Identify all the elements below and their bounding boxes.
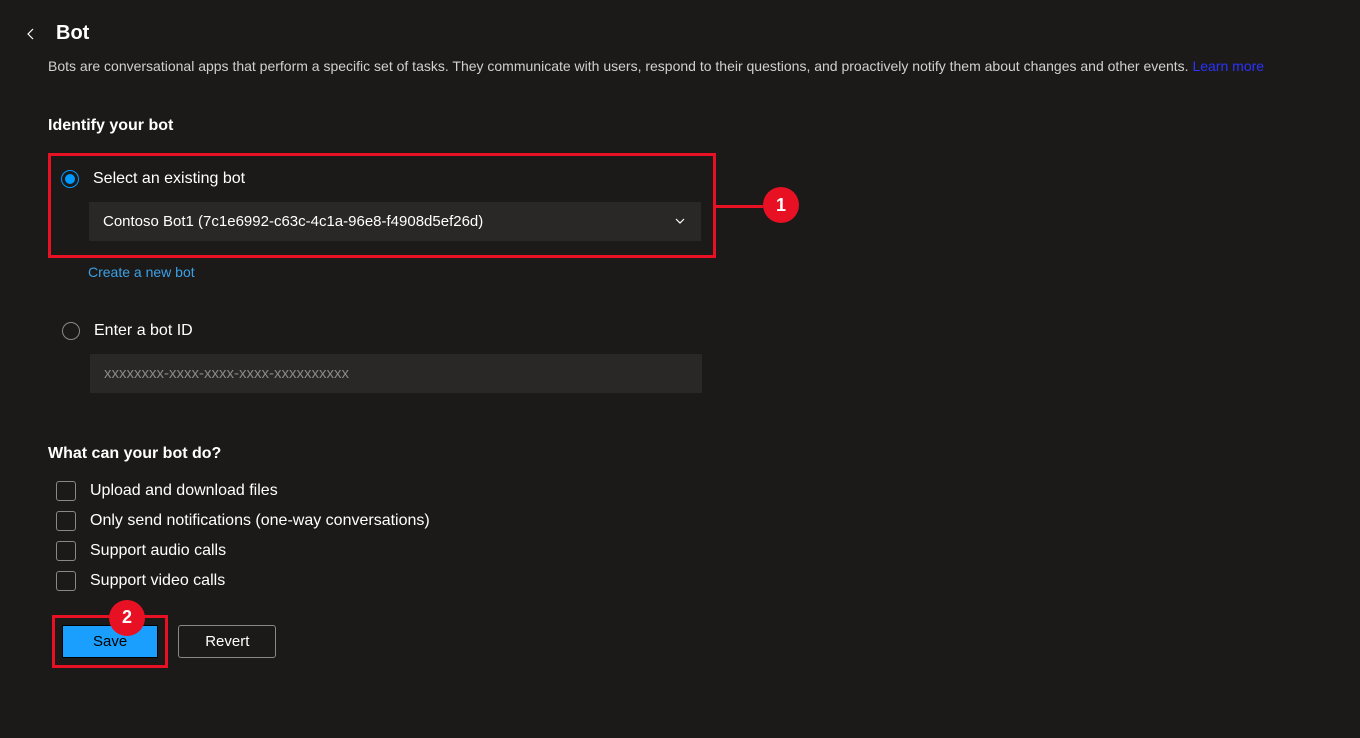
revert-button[interactable]: Revert: [178, 625, 276, 658]
save-button[interactable]: Save: [62, 625, 158, 658]
callout-badge-2: 2: [109, 600, 145, 636]
identify-section-title: Identify your bot: [48, 117, 1312, 135]
learn-more-link[interactable]: Learn more: [1192, 58, 1264, 74]
checkbox-video-calls[interactable]: [56, 571, 76, 591]
page-title: Bot: [56, 22, 89, 45]
radio-select-existing-label: Select an existing bot: [93, 170, 245, 188]
description-text: Bots are conversational apps that perfor…: [48, 58, 1189, 74]
callout-save: 2 Save: [52, 615, 168, 668]
checkbox-audio-calls-label: Support audio calls: [90, 542, 226, 560]
existing-bot-select[interactable]: Contoso Bot1 (7c1e6992-c63c-4c1a-96e8-f4…: [89, 202, 701, 241]
bot-id-input[interactable]: [90, 354, 702, 393]
capabilities-section-title: What can your bot do?: [48, 445, 1312, 463]
callout-connector: [713, 205, 763, 208]
checkbox-video-calls-label: Support video calls: [90, 572, 225, 590]
callout-badge-1: 1: [763, 187, 799, 223]
checkbox-upload-download[interactable]: [56, 481, 76, 501]
existing-bot-selected-value: Contoso Bot1 (7c1e6992-c63c-4c1a-96e8-f4…: [103, 213, 483, 230]
callout-existing-bot: 1 Select an existing bot Contoso Bot1 (7…: [48, 153, 716, 258]
back-icon[interactable]: [24, 27, 38, 41]
radio-enter-bot-id-label: Enter a bot ID: [94, 322, 193, 340]
checkbox-upload-download-label: Upload and download files: [90, 482, 278, 500]
checkbox-notifications-only[interactable]: [56, 511, 76, 531]
checkbox-notifications-only-label: Only send notifications (one-way convers…: [90, 512, 430, 530]
radio-enter-bot-id[interactable]: [62, 322, 80, 340]
checkbox-audio-calls[interactable]: [56, 541, 76, 561]
radio-select-existing[interactable]: [61, 170, 79, 188]
page-description: Bots are conversational apps that perfor…: [48, 57, 1312, 77]
chevron-down-icon: [673, 214, 687, 228]
create-new-bot-link[interactable]: Create a new bot: [88, 264, 195, 280]
